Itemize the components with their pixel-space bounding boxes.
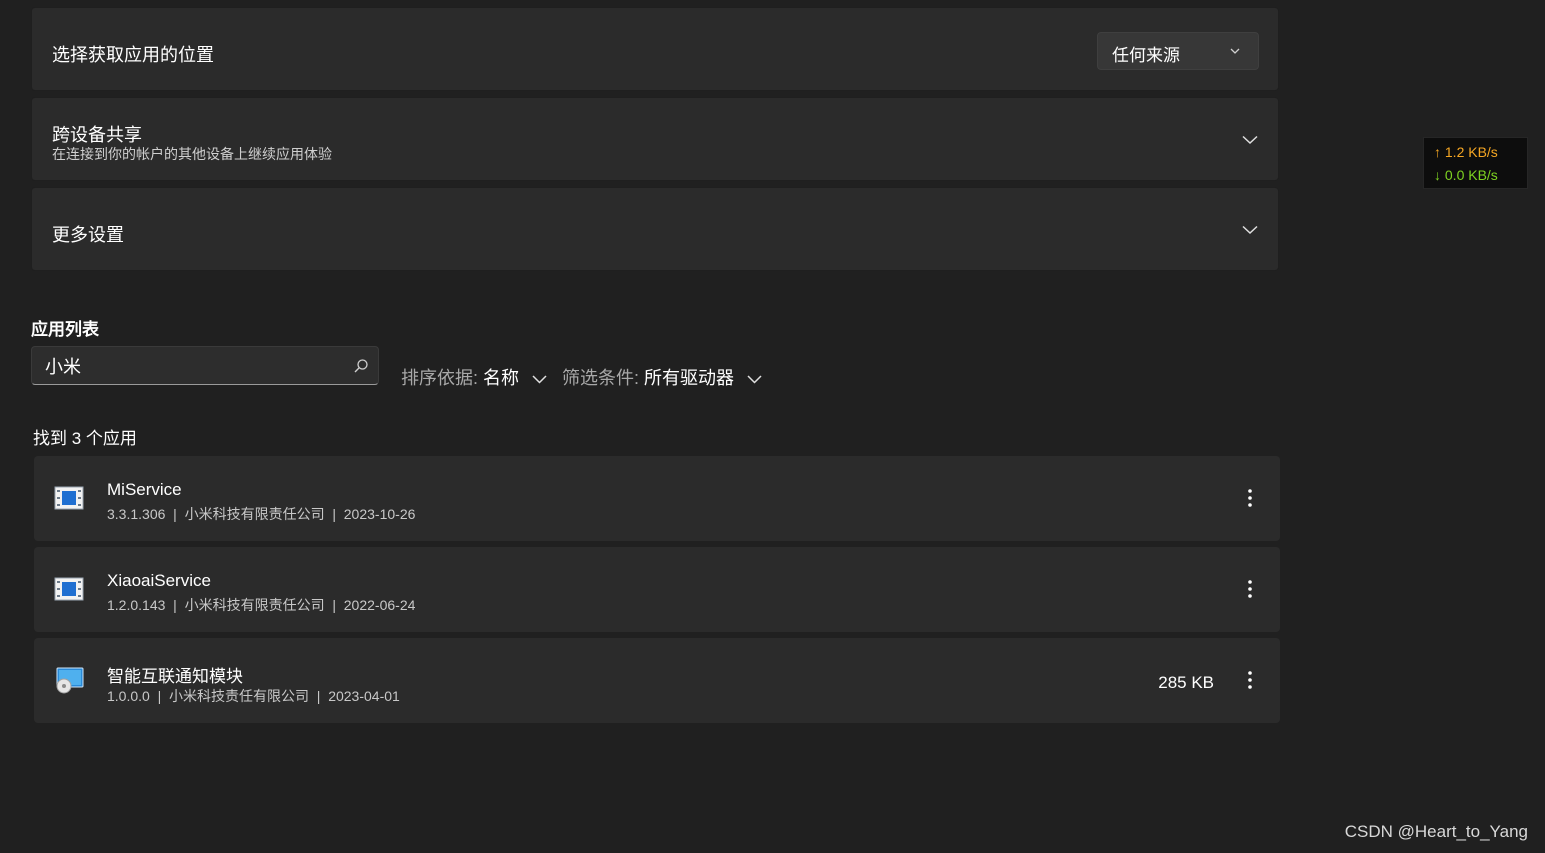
sort-value: 名称 bbox=[483, 368, 520, 388]
app-meta: 1.2.0.143 | 小米科技有限责任公司 | 2022-06-24 bbox=[107, 597, 416, 613]
more-options-icon[interactable] bbox=[1240, 486, 1260, 510]
chevron-down-icon bbox=[747, 375, 762, 384]
more-options-icon[interactable] bbox=[1240, 668, 1260, 692]
app-row-smart-interconnect[interactable]: 智能互联通知模块 1.0.0.0 | 小米科技责任有限公司 | 2023-04-… bbox=[34, 638, 1280, 723]
network-speed-widget: ↑ 1.2 KB/s ↓ 0.0 KB/s bbox=[1423, 137, 1528, 189]
install-source-dropdown[interactable]: 任何来源 bbox=[1097, 32, 1259, 70]
more-options-icon[interactable] bbox=[1240, 577, 1260, 601]
service-app-icon bbox=[54, 577, 84, 601]
settings-page: 选择获取应用的位置 任何来源 跨设备共享 在连接到你的帐户的其他设备上继续应用体… bbox=[0, 0, 1545, 853]
filter-dropdown[interactable]: 筛选条件: 所有驱动器 bbox=[562, 364, 762, 390]
cross-device-card[interactable]: 跨设备共享 在连接到你的帐户的其他设备上继续应用体验 bbox=[31, 97, 1279, 181]
app-meta: 1.0.0.0 | 小米科技责任有限公司 | 2023-04-01 bbox=[107, 688, 400, 704]
chevron-down-icon[interactable] bbox=[1242, 135, 1258, 145]
install-source-dropdown-value: 任何来源 bbox=[1112, 46, 1180, 65]
app-name: MiService bbox=[107, 480, 182, 499]
install-source-card: 选择获取应用的位置 任何来源 bbox=[31, 7, 1279, 91]
search-icon[interactable] bbox=[354, 359, 368, 373]
chevron-down-icon bbox=[1230, 48, 1240, 54]
result-count: 找到 3 个应用 bbox=[33, 429, 137, 448]
watermark: CSDN @Heart_to_Yang bbox=[1344, 822, 1528, 841]
app-name: XiaoaiService bbox=[107, 571, 211, 590]
chevron-down-icon bbox=[532, 375, 547, 384]
app-size: 285 KB bbox=[1158, 673, 1214, 692]
sort-dropdown[interactable]: 排序依据: 名称 bbox=[401, 364, 547, 390]
app-row-xiaoaiservice[interactable]: XiaoaiService 1.2.0.143 | 小米科技有限责任公司 | 2… bbox=[34, 547, 1280, 632]
chevron-down-icon[interactable] bbox=[1242, 225, 1258, 235]
cross-device-subtitle: 在连接到你的帐户的其他设备上继续应用体验 bbox=[52, 146, 332, 162]
app-list-title: 应用列表 bbox=[31, 320, 99, 339]
upload-speed: ↑ 1.2 KB/s bbox=[1434, 144, 1498, 160]
sort-label: 排序依据: bbox=[401, 368, 479, 388]
app-search-box[interactable] bbox=[31, 346, 379, 385]
app-row-miservice[interactable]: MiService 3.3.1.306 | 小米科技有限责任公司 | 2023-… bbox=[34, 456, 1280, 541]
install-source-title: 选择获取应用的位置 bbox=[52, 45, 214, 65]
app-search-input[interactable] bbox=[43, 353, 347, 379]
more-settings-title: 更多设置 bbox=[52, 225, 124, 245]
more-settings-card[interactable]: 更多设置 bbox=[31, 187, 1279, 271]
app-meta: 3.3.1.306 | 小米科技有限责任公司 | 2023-10-26 bbox=[107, 506, 416, 522]
filter-label: 筛选条件: bbox=[562, 368, 640, 388]
app-name: 智能互联通知模块 bbox=[107, 667, 243, 686]
download-speed: ↓ 0.0 KB/s bbox=[1434, 167, 1498, 183]
service-app-icon bbox=[54, 486, 84, 510]
installer-app-icon bbox=[56, 667, 84, 694]
filter-value: 所有驱动器 bbox=[644, 368, 735, 388]
